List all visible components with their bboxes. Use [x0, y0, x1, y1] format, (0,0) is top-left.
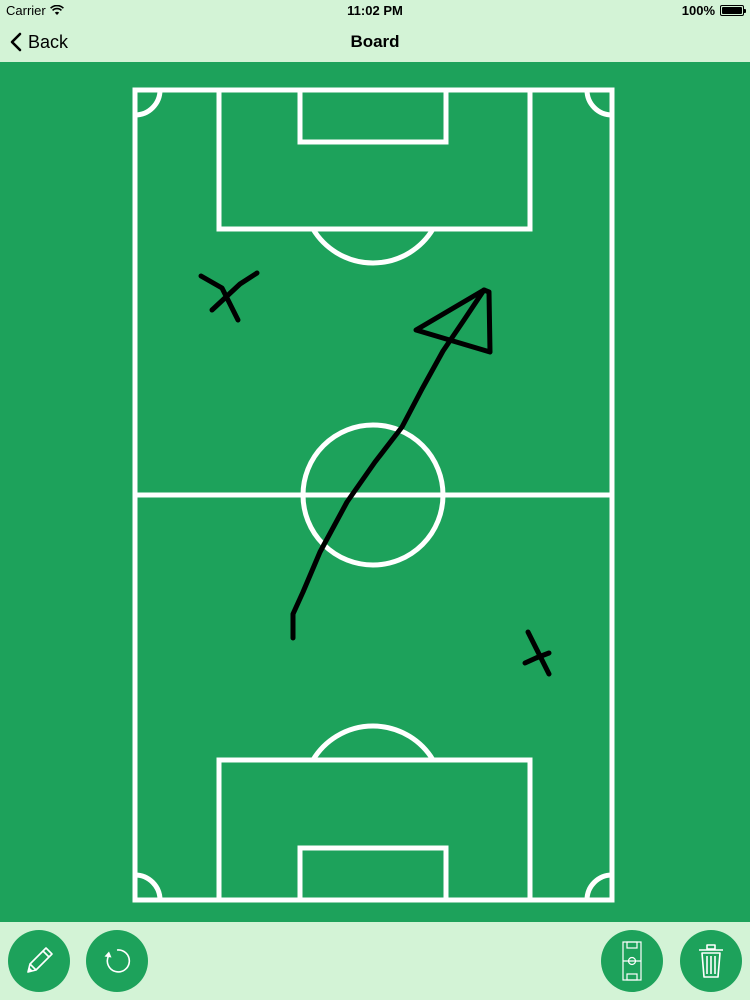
pitch-lines: [132, 87, 615, 903]
battery-group: 100%: [681, 3, 746, 18]
top-penalty-arc: [310, 227, 436, 266]
status-bar: Carrier 11:02 PM 100%: [0, 0, 750, 22]
undo-icon: [104, 949, 131, 973]
pencil-button[interactable]: [8, 930, 70, 992]
trash-button[interactable]: [680, 930, 742, 992]
battery-icon: [720, 5, 746, 16]
battery-label: 100%: [681, 3, 715, 18]
drawings: [198, 270, 552, 677]
top-penalty-area: [216, 87, 533, 232]
field-button[interactable]: [601, 930, 663, 992]
soccer-field-icon: [622, 941, 642, 981]
corner-arc-top-left: [134, 89, 163, 118]
soccer-pitch: [132, 87, 615, 903]
bottom-penalty-area: [216, 757, 533, 903]
trash-icon: [699, 944, 723, 978]
bottom-penalty-arc: [310, 723, 436, 762]
pencil-icon: [27, 947, 53, 973]
tactics-board[interactable]: [0, 62, 750, 922]
corner-arc-top-right: [584, 89, 613, 118]
page-title: Board: [350, 32, 400, 51]
corner-arc-bottom-right: [584, 872, 613, 901]
corner-arc-bottom-left: [134, 872, 163, 901]
status-time: 11:02 PM: [347, 3, 403, 18]
x-marker-top-stroke-a: [198, 273, 241, 323]
navigation-bar: Back Board: [0, 22, 750, 62]
bottom-toolbar: [0, 922, 750, 1000]
top-goal-area: [297, 87, 449, 145]
bottom-goal-area: [297, 845, 449, 903]
x-marker-top-stroke-b: [209, 270, 260, 313]
undo-button[interactable]: [86, 930, 148, 992]
